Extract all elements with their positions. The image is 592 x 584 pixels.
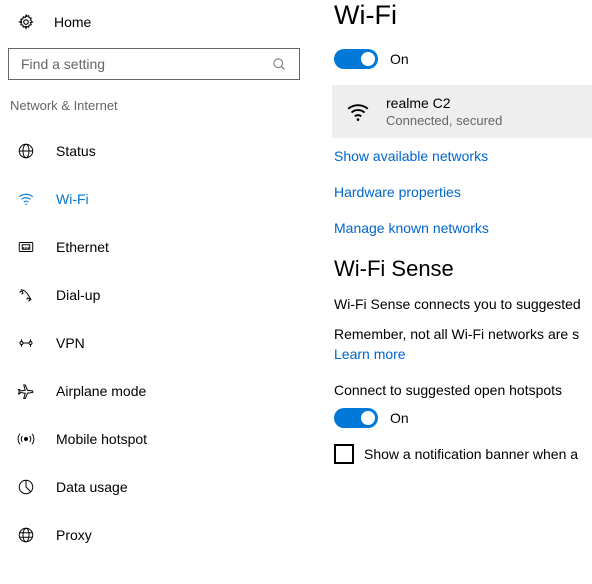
hotspot-toggle-label: On	[390, 410, 409, 426]
link-hardware-properties[interactable]: Hardware properties	[334, 184, 592, 200]
home-link[interactable]: Home	[8, 8, 320, 42]
phone-icon	[16, 285, 36, 305]
wifi-signal-icon	[344, 98, 372, 126]
sidebar-item-dialup[interactable]: Dial-up	[8, 271, 320, 319]
sidebar-item-status[interactable]: Status	[8, 127, 320, 175]
network-name: realme C2	[386, 95, 502, 111]
gear-icon	[16, 12, 36, 32]
link-learn-more[interactable]: Learn more	[334, 346, 592, 362]
sidebar-item-label: Data usage	[56, 479, 128, 495]
notification-checkbox[interactable]	[334, 444, 354, 464]
wifi-sense-desc1: Wi-Fi Sense connects you to suggested	[334, 296, 592, 312]
sidebar-item-label: Mobile hotspot	[56, 431, 147, 447]
sidebar-item-label: Wi-Fi	[56, 191, 89, 207]
sidebar-item-label: Ethernet	[56, 239, 109, 255]
sidebar-item-proxy[interactable]: Proxy	[8, 511, 320, 559]
link-show-available[interactable]: Show available networks	[334, 148, 592, 164]
section-label: Network & Internet	[8, 98, 320, 127]
search-icon	[269, 54, 289, 74]
sidebar-item-label: Dial-up	[56, 287, 100, 303]
home-label: Home	[54, 14, 91, 30]
proxy-icon	[16, 525, 36, 545]
ethernet-icon	[16, 237, 36, 257]
link-manage-known[interactable]: Manage known networks	[334, 220, 592, 236]
sidebar-item-vpn[interactable]: VPN	[8, 319, 320, 367]
page-title: Wi-Fi	[334, 0, 592, 31]
network-card[interactable]: realme C2 Connected, secured	[332, 85, 592, 138]
wifi-sense-desc2: Remember, not all Wi-Fi networks are s	[334, 326, 592, 342]
sidebar-item-label: Status	[56, 143, 96, 159]
sidebar-item-wifi[interactable]: Wi-Fi	[8, 175, 320, 223]
sidebar-item-airplane[interactable]: Airplane mode	[8, 367, 320, 415]
hotspot-toggle[interactable]	[334, 408, 378, 428]
wifi-icon	[16, 189, 36, 209]
network-status: Connected, secured	[386, 113, 502, 128]
vpn-icon	[16, 333, 36, 353]
sidebar-item-label: Proxy	[56, 527, 92, 543]
wifi-toggle[interactable]	[334, 49, 378, 69]
search-box[interactable]	[8, 48, 300, 80]
search-input[interactable]	[19, 55, 269, 73]
sidebar-item-datausage[interactable]: Data usage	[8, 463, 320, 511]
hotspot-icon	[16, 429, 36, 449]
sidebar-item-ethernet[interactable]: Ethernet	[8, 223, 320, 271]
wifi-toggle-label: On	[390, 51, 409, 67]
sidebar-item-label: VPN	[56, 335, 85, 351]
airplane-icon	[16, 381, 36, 401]
wifi-sense-heading: Wi-Fi Sense	[334, 256, 592, 282]
sidebar-item-hotspot[interactable]: Mobile hotspot	[8, 415, 320, 463]
globe-icon	[16, 141, 36, 161]
connect-suggested-label: Connect to suggested open hotspots	[334, 382, 592, 398]
data-usage-icon	[16, 477, 36, 497]
notification-label: Show a notification banner when a	[364, 446, 578, 462]
sidebar-item-label: Airplane mode	[56, 383, 146, 399]
